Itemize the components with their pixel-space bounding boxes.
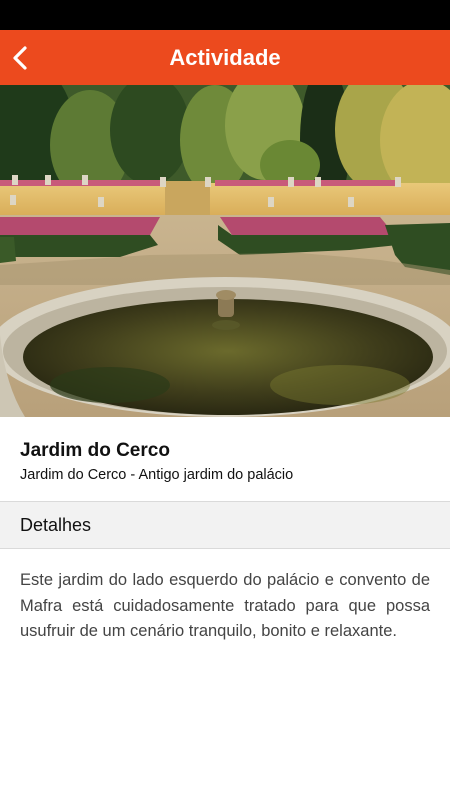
status-bar	[0, 0, 450, 30]
garden-photo	[0, 85, 450, 417]
activity-description: Este jardim do lado esquerdo do palácio …	[20, 571, 430, 640]
activity-title: Jardim do Cerco	[20, 440, 170, 461]
chevron-left-icon	[13, 45, 27, 70]
activity-subtitle: Jardim do Cerco - Antigo jardim do palác…	[20, 467, 294, 483]
app-bar: Actividade	[0, 30, 450, 85]
page-title: Actividade	[169, 45, 281, 70]
activity-header: Jardim do Cerco Jardim do Cerco - Antigo…	[0, 417, 450, 501]
details-section-header: Detalhes	[0, 501, 450, 549]
details-section-title: Detalhes	[20, 514, 92, 535]
back-button[interactable]	[0, 30, 40, 85]
hero-image	[0, 85, 450, 417]
